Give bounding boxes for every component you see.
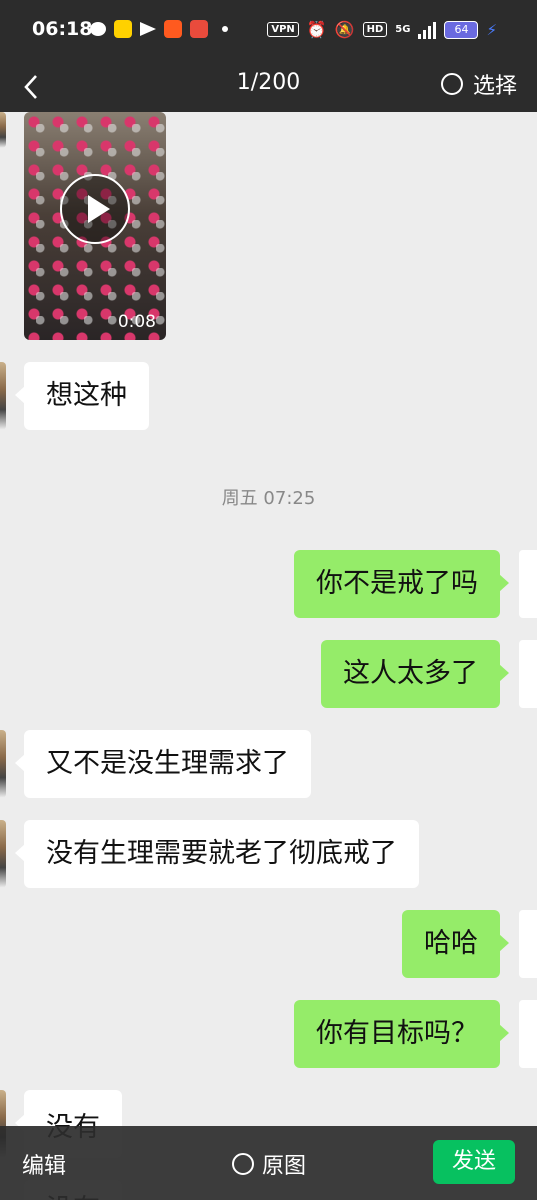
original-label: 原图	[262, 1154, 307, 1179]
mute-icon: 🔕	[334, 20, 355, 39]
message-bubble-in[interactable]: 想这种	[15, 362, 149, 430]
battery-indicator: 64	[444, 20, 479, 39]
message-timestamp: 周五 07:25	[221, 488, 316, 509]
more-dot-icon	[222, 26, 228, 32]
network-label: 5G	[395, 24, 411, 35]
original-radio-icon[interactable]	[232, 1153, 254, 1175]
select-radio-icon[interactable]	[440, 73, 463, 95]
avatar[interactable]	[519, 550, 537, 618]
notification-icons	[90, 20, 228, 38]
game-icon	[190, 20, 208, 38]
avatar[interactable]	[0, 820, 6, 888]
hd-badge: HD	[362, 22, 388, 37]
bottom-toolbar: 编辑 原图 发送	[0, 1126, 537, 1200]
avatar[interactable]	[519, 910, 537, 978]
message-bubble-out[interactable]: 你有目标吗？	[294, 1000, 509, 1068]
video-message[interactable]: 0:08	[24, 112, 166, 340]
select-label: 选择	[472, 74, 517, 99]
message-bubble-out[interactable]: 这人太多了	[321, 640, 509, 708]
title-bar: 1/200 选择	[0, 62, 537, 112]
play-icon[interactable]	[60, 174, 130, 244]
original-image-toggle[interactable]: 原图	[232, 1148, 306, 1180]
alarm-icon: ⏰	[306, 20, 327, 39]
avatar[interactable]	[519, 640, 537, 708]
message-bubble-in[interactable]: 没有生理需要就老了彻底戒了	[15, 820, 419, 888]
avatar[interactable]	[0, 112, 6, 148]
avatar[interactable]	[0, 362, 6, 430]
status-time: 06:18	[32, 18, 93, 40]
message-bubble-out[interactable]: 哈哈	[402, 910, 509, 978]
avatar[interactable]	[519, 1000, 537, 1068]
select-toggle[interactable]: 选择	[440, 68, 517, 100]
chat-area[interactable]: 0:08 想这种 周五 07:25 你不是戒了吗 这人太多了 又不是没生理需求了…	[0, 112, 537, 1200]
edit-button[interactable]: 编辑	[22, 1148, 66, 1180]
avatar[interactable]	[0, 730, 6, 798]
message-bubble-in[interactable]: 又不是没生理需求了	[15, 730, 311, 798]
meituan-icon	[114, 20, 132, 38]
send-button[interactable]: 发送	[433, 1140, 515, 1184]
video-duration: 0:08	[117, 312, 156, 332]
signal-icon	[418, 21, 437, 39]
message-bubble-out[interactable]: 你不是戒了吗	[294, 550, 509, 618]
telegram-icon	[140, 22, 156, 36]
app-icon	[164, 20, 182, 38]
system-icons: VPN ⏰ 🔕 HD 5G 64 ⚡	[267, 20, 497, 39]
charging-icon: ⚡	[486, 20, 497, 39]
battery-level: 64	[454, 23, 469, 36]
status-bar: 06:18 VPN ⏰ 🔕 HD 5G 64 ⚡	[0, 0, 537, 62]
wechat-icon	[90, 22, 106, 36]
vpn-badge: VPN	[267, 22, 299, 37]
